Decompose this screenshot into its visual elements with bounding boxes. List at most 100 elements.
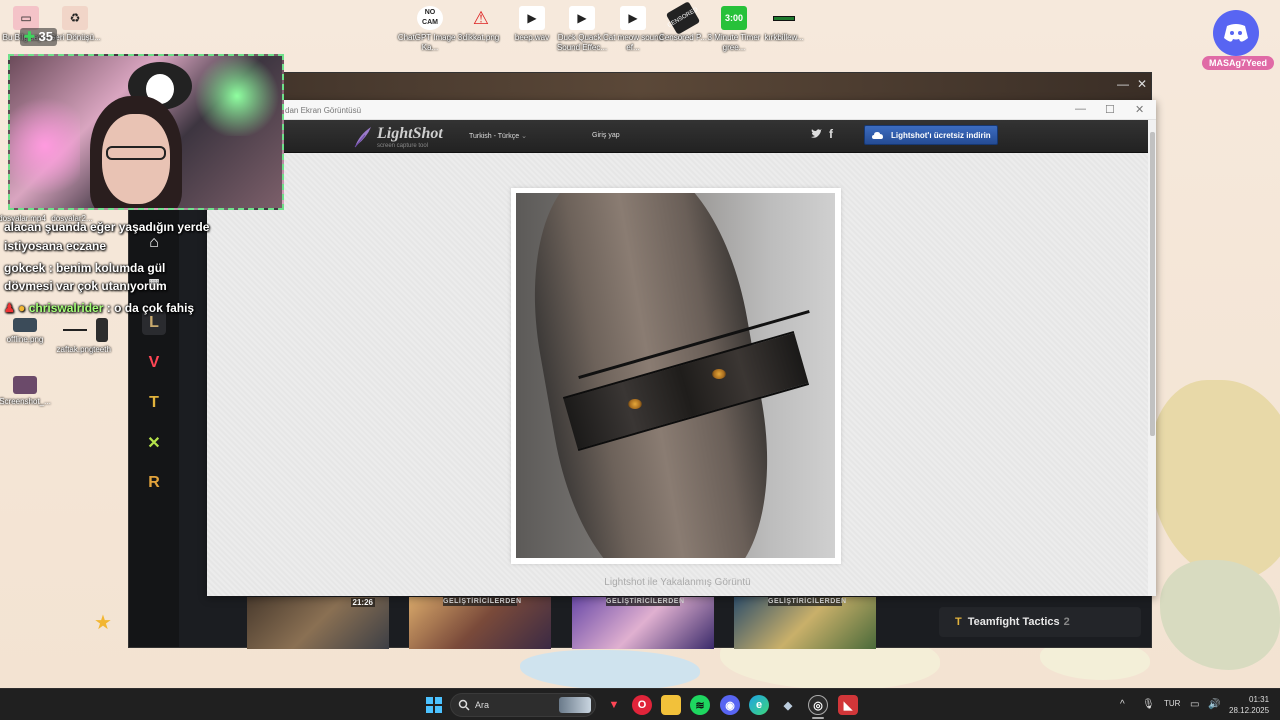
cloud-download-icon	[872, 132, 883, 139]
login-link[interactable]: Giriş yap	[592, 132, 620, 139]
desktop-icon-screenshot[interactable]: Screenshot_...	[0, 376, 60, 407]
taskbar-search[interactable]: Ara	[450, 693, 596, 717]
bar-icon	[771, 6, 797, 30]
audio-icon: ▶	[620, 6, 646, 30]
light-glow	[10, 86, 80, 206]
app-icon[interactable]: ◆	[778, 695, 798, 715]
audio-icon: ▶	[519, 6, 545, 30]
scrollbar[interactable]	[1148, 120, 1156, 596]
chat-line: dövmesi var çok utanıyorum	[4, 279, 167, 293]
chat-username: gokcek	[4, 261, 46, 275]
windows-start-icon[interactable]	[424, 695, 444, 715]
chat-badge-icon: ♟	[4, 301, 15, 315]
runeterra-icon[interactable]: R	[142, 471, 166, 495]
chevron-up-icon[interactable]: ^	[1120, 699, 1125, 710]
recycle-bin-icon: ♻	[62, 6, 88, 30]
chevron-down-icon: ⌄	[521, 133, 528, 140]
language-indicator[interactable]: TUR	[1164, 699, 1180, 708]
desktop-icon-teeth[interactable]: teeth	[82, 318, 122, 355]
microphone-icon[interactable]: 🎙	[1142, 699, 1155, 710]
no-cam-icon: NO CAM	[417, 6, 443, 30]
star-icon: ★	[94, 612, 112, 634]
volume-icon[interactable]: 🔊	[1208, 699, 1220, 710]
dev-badge: GELİŞTİRİCİLERDEN	[768, 597, 847, 606]
2xko-icon[interactable]: ✕	[142, 431, 166, 455]
image-file-icon	[96, 318, 108, 342]
map-decoration	[1160, 560, 1280, 670]
audio-icon: ▶	[569, 6, 595, 30]
lightshot-header: LightShot screen capture tool Turkish - …	[207, 120, 1148, 153]
light-glow	[192, 56, 282, 136]
browser-titlebar: dan Ekran Görüntüsü	[207, 100, 1156, 120]
window-title: dan Ekran Görüntüsü	[285, 106, 362, 115]
twitter-icon[interactable]	[811, 129, 822, 142]
riot-minimize-icon[interactable]: —	[1117, 77, 1129, 91]
search-highlight-image	[559, 697, 591, 713]
image-caption: Lightshot ile Yakalanmış Görüntü	[604, 577, 751, 588]
riot-close-icon[interactable]: ✕	[1137, 77, 1147, 91]
scrollbar-thumb[interactable]	[1150, 132, 1155, 436]
file-explorer-icon[interactable]	[661, 695, 681, 715]
feather-icon	[354, 127, 371, 148]
edge-icon[interactable]: e	[749, 695, 769, 715]
home-icon[interactable]: ⌂	[142, 231, 166, 255]
tft-library-row[interactable]: T Teamfight Tactics 2	[939, 607, 1141, 637]
teamfight-tactics-icon: T	[955, 616, 962, 628]
computer-icon: ▭	[13, 6, 39, 30]
chat-badge-icon: ●	[18, 301, 26, 315]
discord-widget[interactable]: MASAg7Yeed	[1202, 10, 1274, 72]
riot-client-icon[interactable]: ◣	[838, 695, 858, 715]
chat-username: chriswalrider	[28, 301, 104, 315]
discord-icon	[1213, 10, 1259, 56]
active-app-indicator	[812, 717, 824, 719]
warning-icon: ⚠	[472, 8, 490, 28]
image-file-icon	[13, 318, 37, 332]
map-decoration	[520, 650, 700, 688]
video-thumbnail[interactable]: GELİŞTİRİCİLERDEN	[734, 597, 876, 649]
video-thumbnail[interactable]: GELİŞTİRİCİLERDEN	[572, 597, 714, 649]
screenshot-frame	[511, 188, 841, 564]
video-duration: 21:26	[350, 598, 375, 607]
chat-line: gokcek : benim kolumda gül	[4, 261, 166, 275]
leaf-icon: ✚	[24, 29, 35, 44]
lightshot-browser-window: dan Ekran Görüntüsü — ☐ ✕ LightShot scre…	[207, 100, 1156, 596]
valorant-icon[interactable]: V	[142, 351, 166, 375]
opera-icon[interactable]: O	[632, 695, 652, 715]
teamfight-tactics-icon[interactable]: T	[142, 391, 166, 415]
close-icon[interactable]: ✕	[1135, 103, 1144, 116]
download-button[interactable]: Lightshot'ı ücretsiz indirin	[864, 125, 998, 145]
desktop-icon-bar[interactable]: kırkbillew...	[749, 6, 819, 43]
language-select[interactable]: Turkish - Türkçe ⌄	[469, 132, 527, 140]
discord-username: MASAg7Yeed	[1202, 56, 1274, 70]
image-file-icon	[13, 376, 37, 394]
obs-icon[interactable]: ◎	[808, 695, 828, 715]
video-thumbnail[interactable]: 21:26	[247, 597, 389, 649]
viewer-count-badge: ✚ 35	[20, 28, 57, 46]
screenshot-image[interactable]	[516, 193, 835, 558]
valorant-taskbar-icon[interactable]: ▼	[604, 695, 624, 715]
tiger-eye	[628, 399, 642, 409]
tiger-eye	[712, 369, 726, 379]
tft-label: Teamfight Tactics	[967, 616, 1060, 628]
lightshot-content: Lightshot ile Yakalanmış Görüntü	[207, 153, 1148, 596]
chat-line: istiyosana eczane	[4, 239, 107, 253]
minimize-icon[interactable]: —	[1075, 103, 1086, 115]
clock-date[interactable]: 28.12.2025	[1229, 706, 1269, 715]
facebook-icon[interactable]: f	[829, 127, 833, 141]
search-label: Ara	[475, 700, 490, 710]
chat-line: ♟ ● chriswalrider : o da çok fahiş	[4, 301, 195, 315]
video-thumbnail[interactable]: GELİŞTİRİCİLERDEN	[409, 597, 551, 649]
timer-icon: 3:00	[721, 6, 747, 30]
network-icon[interactable]: ▭	[1190, 699, 1199, 710]
tft-count: 2	[1063, 616, 1070, 628]
glasses	[106, 146, 166, 160]
lightshot-logo[interactable]: LightShot screen capture tool	[353, 123, 453, 151]
taskbar: Ara ▼ O ≋ ◉ e ◆ ◎ ◣ ^ 🎙 TUR ▭ 🔊 01:31 28…	[0, 688, 1280, 720]
spotify-icon[interactable]: ≋	[690, 695, 710, 715]
clock-time[interactable]: 01:31	[1249, 695, 1269, 704]
maximize-icon[interactable]: ☐	[1105, 103, 1115, 116]
dev-badge: GELİŞTİRİCİLERDEN	[443, 597, 522, 606]
discord-taskbar-icon[interactable]: ◉	[720, 695, 740, 715]
censored-icon: CENSORED	[665, 1, 701, 35]
search-icon	[458, 699, 470, 711]
